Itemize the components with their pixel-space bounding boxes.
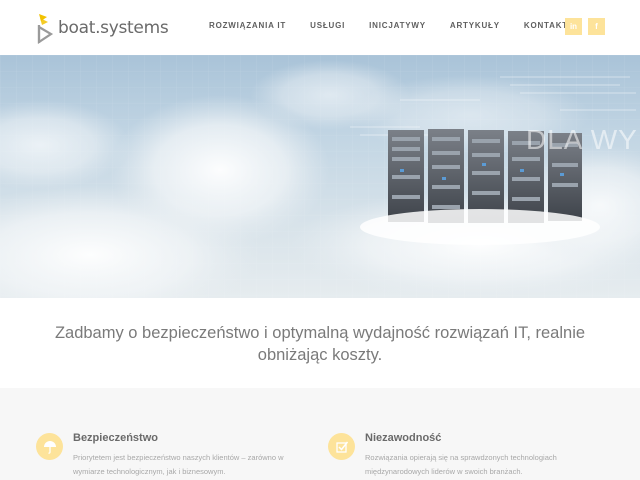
feature-title: Bezpieczeństwo xyxy=(73,432,158,444)
feature-title: Niezawodność xyxy=(365,432,442,444)
social-links: in f xyxy=(565,18,611,35)
site-header: boat.systems ROZWIĄZANIA IT USŁUGI INICJ… xyxy=(0,0,640,55)
feature-description: Rozwiązania opierają się na sprawdzonych… xyxy=(365,453,557,476)
hero-banner: DLA WYM xyxy=(0,55,640,298)
hero-overlay-text: DLA WYM xyxy=(526,124,640,155)
facebook-icon[interactable]: f xyxy=(588,18,605,35)
nav-item-artykuly[interactable]: ARTYKUŁY xyxy=(450,21,500,30)
boat-logo-icon xyxy=(36,12,54,45)
nav-item-inicjatywy[interactable]: INICJATYWY xyxy=(369,21,426,30)
nav-item-kontakt[interactable]: KONTAKT xyxy=(524,21,568,30)
nav-item-rozwiazania-it[interactable]: ROZWIĄZANIA IT xyxy=(209,21,286,30)
checkbox-icon xyxy=(328,433,355,460)
hero-illustration xyxy=(0,55,640,298)
nav-item-uslugi[interactable]: USŁUGI xyxy=(310,21,345,30)
linkedin-icon[interactable]: in xyxy=(565,18,582,35)
umbrella-icon xyxy=(36,433,63,460)
feature-description: Priorytetem jest bezpieczeństwo naszych … xyxy=(73,453,284,476)
features-section: Bezpieczeństwo Priorytetem jest bezpiecz… xyxy=(0,388,640,480)
tagline: Zadbamy o bezpieczeństwo i optymalną wyd… xyxy=(54,324,586,364)
logo-text: boat.systems xyxy=(58,18,169,38)
main-nav: ROZWIĄZANIA IT USŁUGI INICJATYWY ARTYKUŁ… xyxy=(209,21,592,30)
site-logo[interactable]: boat.systems xyxy=(36,12,169,45)
